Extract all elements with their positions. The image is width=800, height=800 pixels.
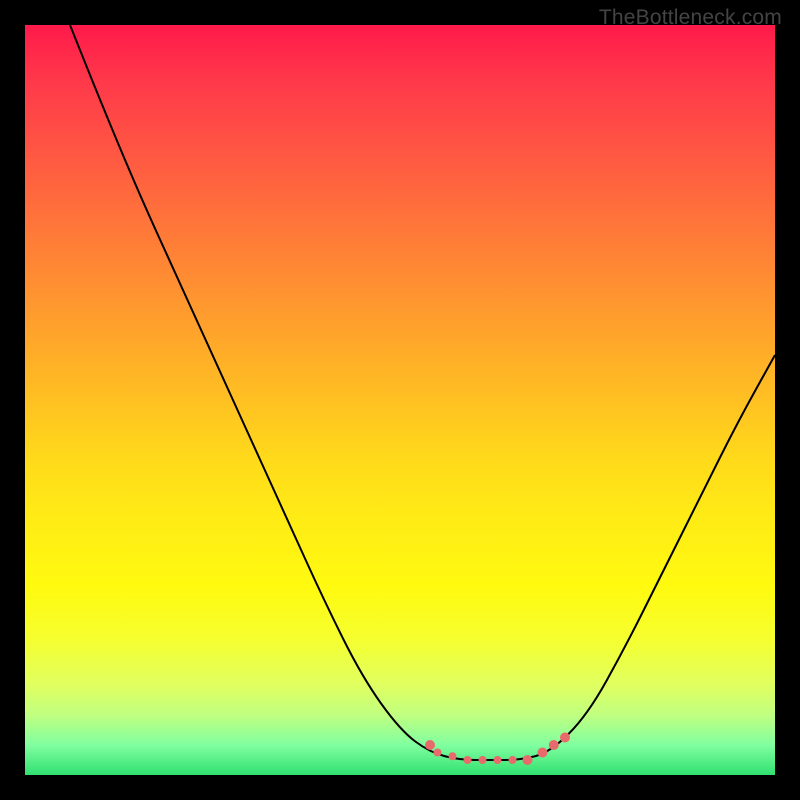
highlight-point [538,748,548,758]
highlight-point [434,749,442,757]
highlight-point [425,740,435,750]
highlight-point [449,752,457,760]
bottleneck-curve [70,25,775,760]
highlight-point [494,756,502,764]
highlight-point [560,733,570,743]
highlight-point [523,755,533,765]
highlight-point [509,756,517,764]
watermark-text: TheBottleneck.com [599,6,782,30]
chart-plot-area [25,25,775,775]
optimal-zone-highlight [425,733,570,766]
chart-svg [25,25,775,775]
highlight-point [464,756,472,764]
highlight-point [549,740,559,750]
highlight-point [479,756,487,764]
